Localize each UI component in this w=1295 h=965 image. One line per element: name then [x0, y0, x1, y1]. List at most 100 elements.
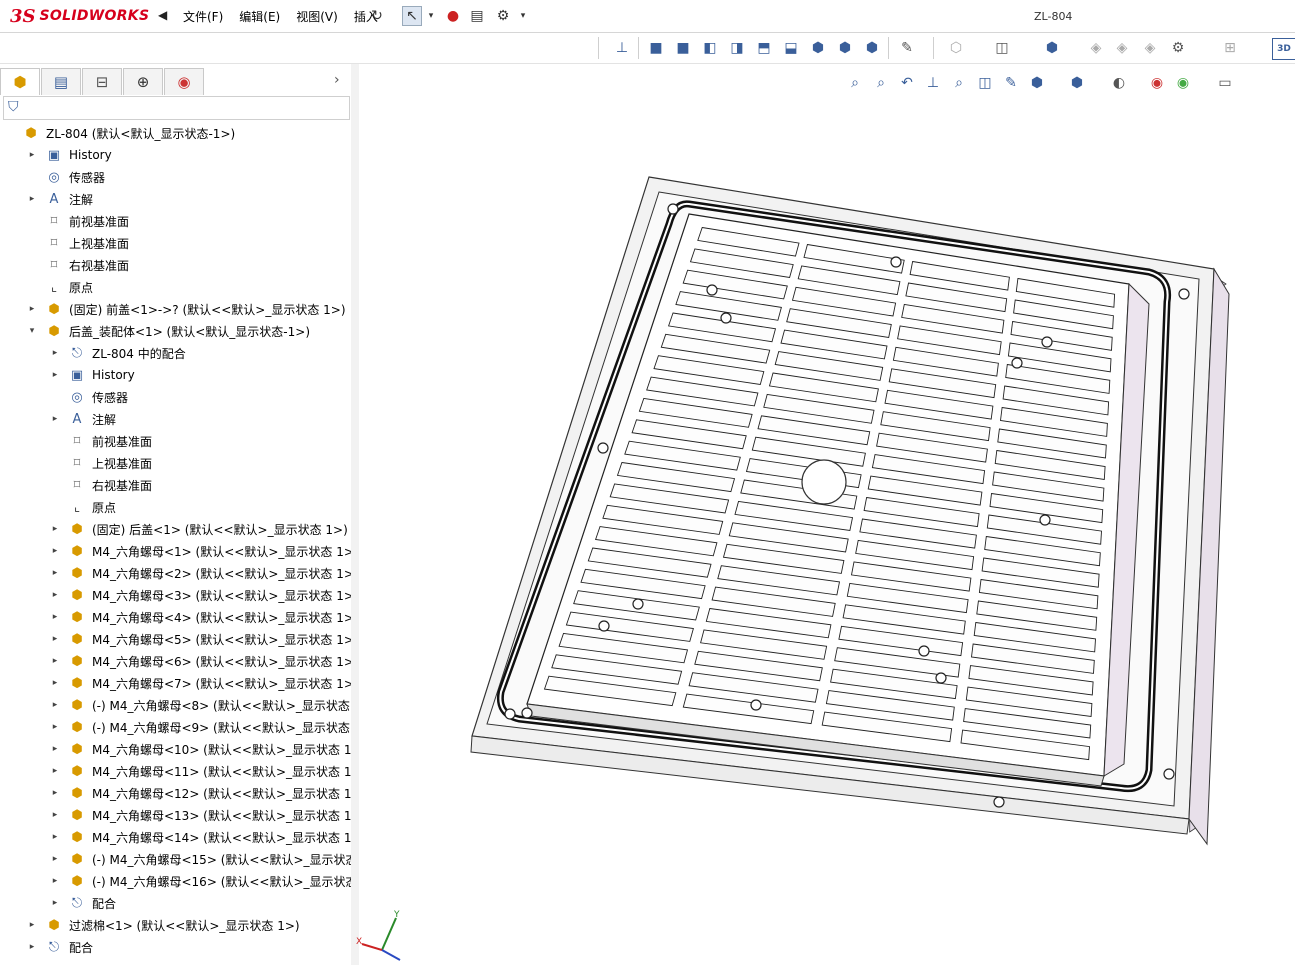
expand-arrow-icon[interactable]: ▸: [27, 304, 37, 314]
expand-arrow-icon[interactable]: ▸: [50, 744, 60, 754]
expand-arrow-icon[interactable]: ▸: [27, 920, 37, 930]
solidworks-logo[interactable]: 3S SOLIDWORKS: [10, 4, 149, 28]
model-3d-view[interactable]: [359, 64, 1295, 965]
expand-arrow-icon[interactable]: ▸: [50, 832, 60, 842]
collapse-arrow-icon[interactable]: ▾: [27, 326, 37, 336]
expand-arrow-icon[interactable]: ▸: [50, 722, 60, 732]
expand-arrow-icon[interactable]: ▸: [50, 612, 60, 622]
tab-configuration-manager[interactable]: ⊟: [82, 68, 122, 95]
expand-arrow-icon[interactable]: ▸: [50, 766, 60, 776]
expand-arrow-icon[interactable]: ▸: [50, 590, 60, 600]
expand-arrow-icon[interactable]: ▸: [50, 524, 60, 534]
zoom-to-area-icon[interactable]: ⌕: [871, 72, 891, 94]
tree-node[interactable]: ▸ ⬢ (固定) 后盖<1> (默认<<默认>_显示状态 1>): [0, 518, 351, 540]
tree-node[interactable]: ⌑ 上视基准面: [0, 232, 351, 254]
previous-view-icon[interactable]: ↶: [897, 72, 917, 94]
tree-node[interactable]: ◎ 传感器: [0, 166, 351, 188]
select-dropdown-icon[interactable]: ▾: [422, 7, 440, 25]
tree-node[interactable]: ▸ ⎋ ZL-804 中的配合: [0, 342, 351, 364]
view-orientation-icon[interactable]: ⬡: [946, 38, 966, 58]
tree-node[interactable]: ▸ ⬢ 过滤棉<1> (默认<<默认>_显示状态 1>): [0, 914, 351, 936]
tree-node[interactable]: ▸ A 注解: [0, 188, 351, 210]
tree-node[interactable]: ⌞ 原点: [0, 276, 351, 298]
tree-node[interactable]: ▸ ⬢ M4_六角螺母<12> (默认<<默认>_显示状态 1>): [0, 782, 366, 804]
normal-to-icon[interactable]: ⊥: [612, 38, 632, 58]
tree-node[interactable]: ▸ ⬢ M4_六角螺母<5> (默认<<默认>_显示状态 1>): [0, 628, 359, 650]
panel-splitter[interactable]: [351, 64, 359, 965]
rebuild-traffic-light-icon[interactable]: ●: [444, 7, 462, 25]
view-orientation-hud-icon[interactable]: ◫: [975, 72, 995, 94]
expand-arrow-icon[interactable]: ▸: [50, 568, 60, 578]
zoom-to-fit-icon[interactable]: ⌕: [845, 72, 865, 94]
expand-arrow-icon[interactable]: ▸: [50, 700, 60, 710]
tree-node[interactable]: ▸ ⬢ (-) M4_六角螺母<16> (默认<<默认>_显示状态 1>): [0, 870, 384, 892]
display-style-icon[interactable]: ⬢: [1042, 38, 1062, 58]
tab-display-manager[interactable]: ◉: [164, 68, 204, 95]
split-view-icon[interactable]: ⊞: [1220, 38, 1240, 58]
menu-item[interactable]: 编辑(E): [239, 8, 280, 25]
scene-icon[interactable]: ◉: [1173, 72, 1193, 94]
tree-node[interactable]: ⌑ 上视基准面: [0, 452, 351, 474]
tab-dimxpert-manager[interactable]: ⊕: [123, 68, 163, 95]
tab-property-manager[interactable]: ▤: [41, 68, 81, 95]
expand-arrow-icon[interactable]: ▸: [50, 810, 60, 820]
tree-node[interactable]: ▸ ▣ History: [0, 364, 351, 386]
expand-arrow-icon[interactable]: ▸: [50, 348, 60, 358]
tree-node[interactable]: ▸ ⬢ M4_六角螺母<10> (默认<<默认>_显示状态 1>): [0, 738, 366, 760]
tree-node[interactable]: ▸ ⬢ (-) M4_六角螺母<8> (默认<<默认>_显示状态 1>): [0, 694, 376, 716]
expand-arrow-icon[interactable]: ▸: [27, 942, 37, 952]
trimetric-view-icon[interactable]: ⬢: [835, 38, 855, 58]
left-view-icon[interactable]: ◧: [700, 38, 720, 58]
expand-arrow-icon[interactable]: ▸: [50, 854, 60, 864]
tree-node[interactable]: ▾ ⬢ 后盖_装配体<1> (默认<默认_显示状态-1>): [0, 320, 351, 342]
hide-show-icon[interactable]: ◈: [1086, 38, 1106, 58]
tree-node[interactable]: ⌑ 前视基准面: [0, 210, 351, 232]
back-view-icon[interactable]: ■: [673, 38, 693, 58]
expand-arrow-icon[interactable]: ▸: [50, 876, 60, 886]
tree-node[interactable]: ▸ ⬢ M4_六角螺母<14> (默认<<默认>_显示状态 1>): [0, 826, 366, 848]
top-view-icon[interactable]: ⬒: [754, 38, 774, 58]
tree-node[interactable]: ⬢ ZL-804 (默认<默认_显示状态-1>): [0, 122, 351, 144]
tree-node[interactable]: ▸ ⬢ M4_六角螺母<1> (默认<<默认>_显示状态 1>): [0, 540, 359, 562]
select-pointer-icon[interactable]: ↖: [402, 6, 422, 26]
tree-node[interactable]: ▸ ⬢ M4_六角螺母<11> (默认<<默认>_显示状态 1>): [0, 760, 366, 782]
section-view-hud-icon[interactable]: ⊥: [923, 72, 943, 94]
dynamic-annotation-icon[interactable]: ⌕: [949, 72, 969, 94]
filter-funnel-icon[interactable]: ⛉: [8, 99, 19, 115]
graphics-area[interactable]: ⌕ ⌕ ↶ ⊥ ⌕ ◫ ✎ ⬢ ⬢ ◐ ◉ ◉ ▭: [359, 64, 1295, 965]
section-view-icon[interactable]: ◫: [992, 38, 1012, 58]
options-dropdown-icon[interactable]: ▾: [514, 7, 532, 25]
options-gear-icon[interactable]: ⚙: [494, 7, 512, 25]
tree-node[interactable]: ▸ ⬢ M4_六角螺母<13> (默认<<默认>_显示状态 1>): [0, 804, 366, 826]
menu-collapse-arrow-icon[interactable]: ◀: [158, 8, 167, 22]
sketch-pen-icon[interactable]: ✎: [897, 38, 917, 58]
expand-arrow-icon[interactable]: ▸: [27, 150, 37, 160]
apply-scene-hud-icon[interactable]: ◐: [1109, 72, 1129, 94]
expand-arrow-icon[interactable]: ▸: [50, 546, 60, 556]
hide-show-items-icon[interactable]: ⬢: [1027, 72, 1047, 94]
expand-arrow-icon[interactable]: ▸: [50, 788, 60, 798]
redo-icon[interactable]: ↻: [368, 7, 386, 25]
tree-node[interactable]: ⌑ 右视基准面: [0, 254, 351, 276]
3d-view-badge[interactable]: 3D: [1272, 38, 1295, 60]
menu-item[interactable]: 文件(F): [183, 8, 223, 25]
expand-arrow-icon[interactable]: ▸: [50, 634, 60, 644]
expand-arrow-icon[interactable]: ▸: [50, 678, 60, 688]
tree-node[interactable]: ▸ ⬢ M4_六角螺母<4> (默认<<默认>_显示状态 1>): [0, 606, 359, 628]
apply-scene-icon[interactable]: ◈: [1140, 38, 1160, 58]
tree-node[interactable]: ▸ ⬢ M4_六角螺母<3> (默认<<默认>_显示状态 1>): [0, 584, 359, 606]
tree-node[interactable]: ▸ A 注解: [0, 408, 351, 430]
expand-arrow-icon[interactable]: ▸: [50, 898, 60, 908]
tree-node[interactable]: ⌑ 右视基准面: [0, 474, 351, 496]
tree-node[interactable]: ▸ ⎋ 配合: [0, 936, 351, 958]
tree-node[interactable]: ▸ ▣ History: [0, 144, 351, 166]
display-style-hud-icon[interactable]: ✎: [1001, 72, 1021, 94]
tree-node[interactable]: ▸ ⬢ M4_六角螺母<2> (默认<<默认>_显示状态 1>): [0, 562, 359, 584]
tree-node[interactable]: ▸ ⬢ (-) M4_六角螺母<15> (默认<<默认>_显示状态 1>): [0, 848, 384, 870]
expand-arrow-icon[interactable]: ▸: [27, 194, 37, 204]
isometric-view-icon[interactable]: ⬢: [808, 38, 828, 58]
edit-appearance-icon[interactable]: ◈: [1112, 38, 1132, 58]
tree-node[interactable]: ▸ ⬢ M4_六角螺母<6> (默认<<默认>_显示状态 1>): [0, 650, 359, 672]
right-view-icon[interactable]: ◨: [727, 38, 747, 58]
appearance-ball-icon[interactable]: ◉: [1147, 72, 1167, 94]
